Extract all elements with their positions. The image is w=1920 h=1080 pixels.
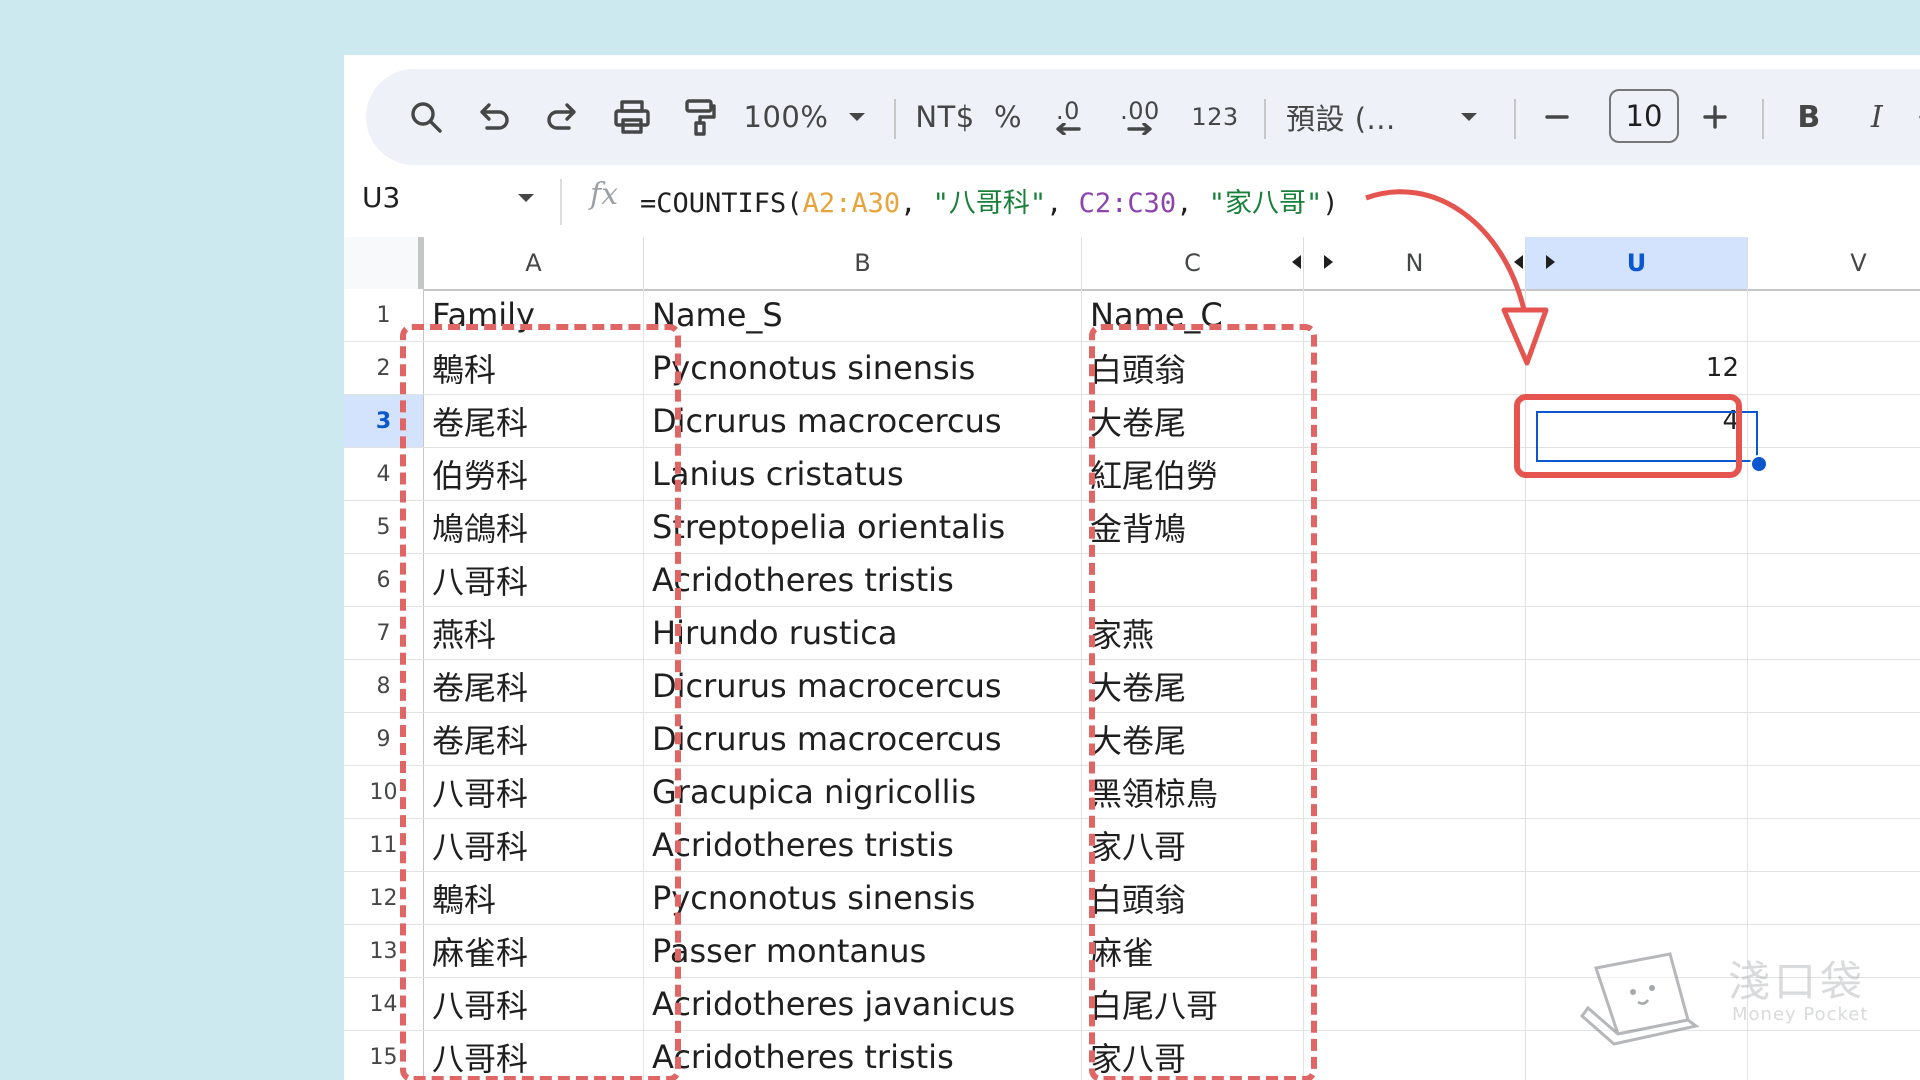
watermark-text: 淺口袋 <box>1728 957 1867 1006</box>
pocket-logo-icon <box>1579 952 1700 1046</box>
watermark-subtext: Money Pocket <box>1732 1004 1869 1025</box>
hidden-columns-right-arrow[interactable] <box>1546 255 1555 269</box>
spreadsheet-window: 100% NT$ % .0 .00 123 預設 (... 10 B I U3 … <box>344 55 1920 1080</box>
annotation-arrow-icon <box>1365 189 1549 366</box>
watermark-logo: 淺口袋 Money Pocket <box>1578 948 1898 1048</box>
